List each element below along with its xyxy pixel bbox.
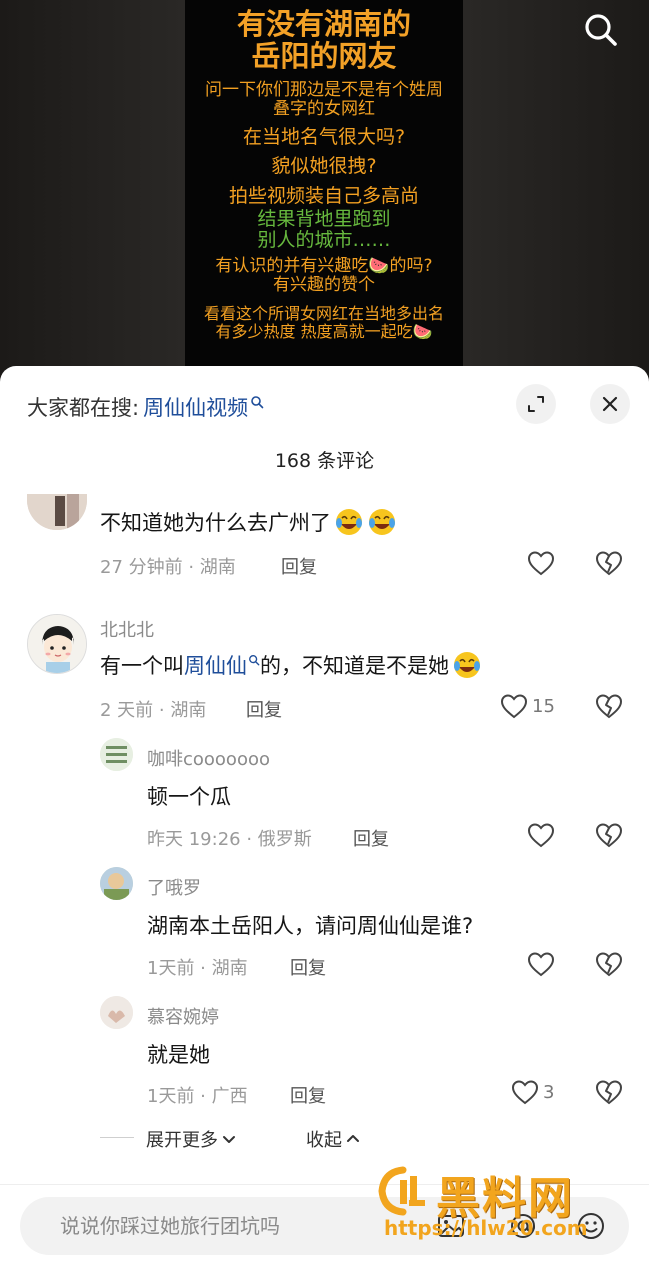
chevron-up-icon [347, 1135, 359, 1142]
comment-text-after: 的，不知道是不是她 [260, 654, 449, 678]
collapse-button[interactable]: 收起 [306, 1126, 361, 1152]
like-heart-icon[interactable] [527, 951, 555, 977]
reply-button[interactable]: 回复 [290, 1082, 326, 1108]
poster-line: 有认识的并有兴趣吃🍉的吗? [215, 256, 433, 277]
broken-heart-icon[interactable] [595, 693, 623, 719]
broken-heart-icon[interactable] [595, 550, 623, 576]
like-heart-icon [500, 694, 528, 719]
expand-button[interactable] [516, 384, 556, 424]
like-heart-icon[interactable] [527, 822, 555, 848]
like-heart-icon[interactable] [527, 550, 555, 576]
poster-line: 拍些视频装自己多高尚 [228, 184, 419, 207]
comment-search-link[interactable]: 周仙仙 [184, 650, 247, 680]
reply-text: 顿一个瓜 [147, 785, 231, 809]
reply-text: 湖南本土岳阳人，请问周仙仙是谁? [147, 914, 474, 938]
poster-line: 结果背地里跑到 [257, 207, 391, 230]
poster-line: 有多少热度 热度高就一起吃🍉 [215, 322, 433, 342]
like-count: 3 [543, 1081, 555, 1103]
comment-username[interactable]: 北北北 [100, 616, 154, 642]
poster-line: 在当地名气很大吗? [242, 126, 406, 148]
poster-line: 有兴趣的赞个 [273, 275, 375, 296]
avatar[interactable] [100, 867, 133, 900]
reply-username[interactable]: 慕容婉婷 [147, 1003, 219, 1029]
poster-line: 貌似她很拽? [271, 155, 377, 178]
expand-icon [528, 396, 544, 412]
poster-line: 问一下你们那边是不是有个姓周 [205, 79, 443, 100]
comment-input-box[interactable] [20, 1197, 629, 1255]
video-player[interactable]: 有没有湖南的 岳阳的网友 问一下你们那边是不是有个姓周 叠字的女网红 在当地名气… [0, 0, 649, 380]
comment-time-location: 27 分钟前 · 湖南 [100, 557, 236, 578]
poster-line: 岳阳的网友 [251, 39, 397, 74]
comment-text-before: 有一个叫 [100, 654, 184, 678]
reply-username[interactable]: 咖啡cooooooo [147, 745, 270, 771]
reply-button[interactable]: 回复 [353, 825, 389, 851]
thread-divider-line [100, 1137, 134, 1138]
avatar[interactable] [27, 614, 87, 674]
expand-more-label: 展开更多 [146, 1130, 218, 1151]
avatar[interactable] [100, 996, 133, 1029]
at-mention-icon[interactable] [507, 1210, 539, 1242]
reply-button[interactable]: 回复 [290, 954, 326, 980]
search-icon[interactable] [581, 10, 621, 50]
reply-username[interactable]: 了哦罗 [147, 874, 201, 900]
emoji-icon[interactable] [575, 1210, 607, 1242]
broken-heart-icon[interactable] [595, 1079, 623, 1105]
trending-search-term[interactable]: 周仙仙视频 [143, 392, 248, 422]
close-icon [602, 396, 618, 412]
poster-line: 叠字的女网红 [273, 98, 375, 119]
like-heart-icon [511, 1080, 539, 1105]
video-background-left [0, 0, 185, 380]
reply-time-location: 1天前 · 广西 [147, 1086, 248, 1107]
poster-line: 有没有湖南的 [236, 7, 411, 41]
small-search-icon [249, 655, 260, 666]
comment-count-title: 168 条评论 [274, 450, 375, 472]
broken-heart-icon[interactable] [595, 822, 623, 848]
comment-text-body: 不知道她为什么去广州了 [100, 511, 331, 535]
reply-text: 就是她 [147, 1043, 210, 1067]
reply-button[interactable]: 回复 [246, 696, 282, 722]
comment-input-bar [0, 1184, 649, 1280]
video-poster-text: 有没有湖南的 岳阳的网友 问一下你们那边是不是有个姓周 叠字的女网红 在当地名气… [185, 0, 463, 368]
poster-line: 看看这个所谓女网红在当地多出名 [203, 304, 444, 324]
comment-time-location: 2 天前 · 湖南 [100, 700, 207, 721]
crying-laughing-emoji-icon [369, 509, 395, 535]
expand-more-button[interactable]: 展开更多 [146, 1126, 237, 1152]
trending-search-row[interactable]: 大家都在搜: 周仙仙视频 [27, 392, 264, 422]
comments-sheet: 大家都在搜: 周仙仙视频 168 条评论 不知道她为什么去广州了 27 分钟前 … [0, 366, 649, 1280]
reply-time-location: 1天前 · 湖南 [147, 958, 248, 979]
video-background-right [463, 0, 649, 380]
like-button[interactable]: 15 [500, 693, 555, 719]
poster-line: 别人的城市…… [257, 229, 391, 252]
like-count: 15 [532, 695, 555, 717]
image-icon[interactable] [435, 1210, 467, 1242]
crying-laughing-emoji-icon [454, 652, 480, 678]
reply-time-location: 昨天 19:26 · 俄罗斯 [147, 829, 312, 850]
reply-button[interactable]: 回复 [281, 553, 317, 579]
broken-heart-icon[interactable] [595, 951, 623, 977]
small-search-icon [251, 396, 264, 409]
comment-text: 有一个叫 周仙仙 的，不知道是不是她 [100, 650, 482, 680]
crying-laughing-emoji-icon [336, 509, 362, 535]
avatar[interactable] [100, 738, 133, 771]
collapse-label: 收起 [306, 1130, 342, 1151]
chevron-down-icon [223, 1136, 235, 1143]
comment-input[interactable] [60, 1209, 420, 1243]
like-button[interactable]: 3 [511, 1079, 554, 1105]
close-button[interactable] [590, 384, 630, 424]
avatar[interactable] [27, 494, 87, 530]
comment-text: 不知道她为什么去广州了 [100, 507, 397, 537]
trending-search-prefix: 大家都在搜: [27, 396, 140, 420]
